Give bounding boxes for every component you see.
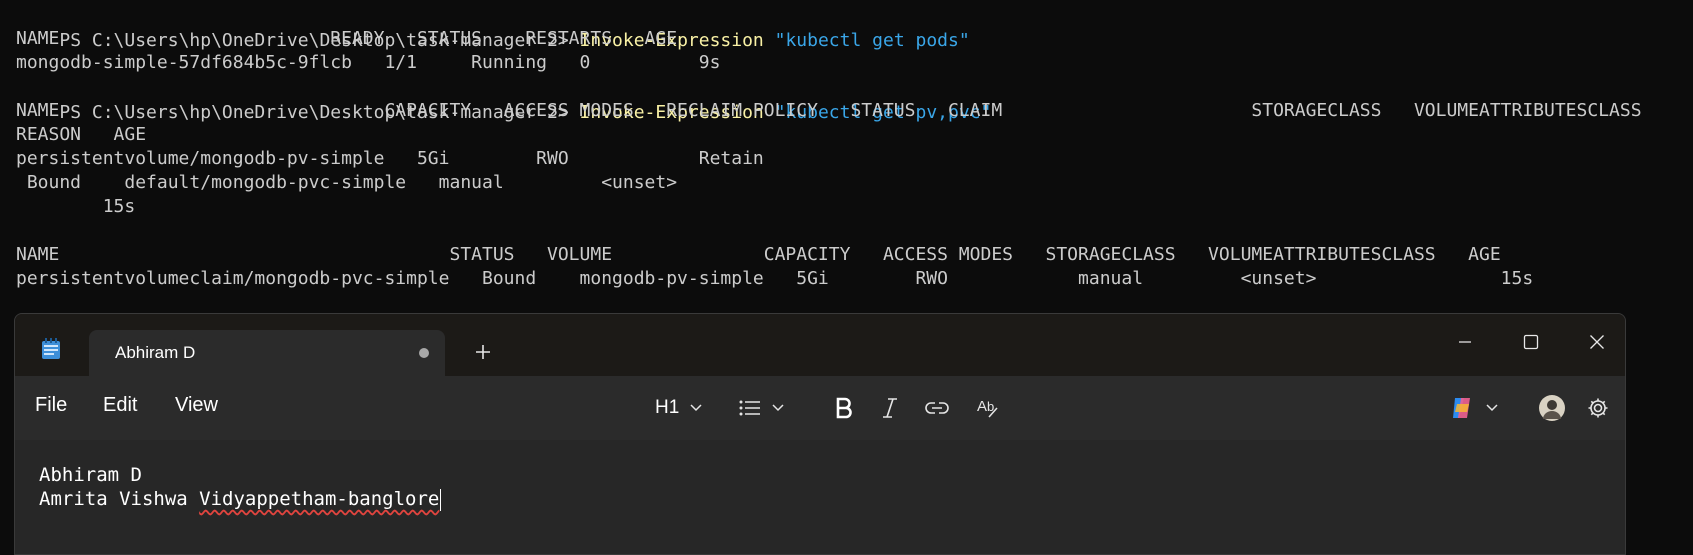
tab-title: Abhiram D — [115, 343, 196, 362]
avatar — [1539, 395, 1565, 421]
italic-button[interactable] — [881, 392, 899, 424]
close-icon — [1590, 335, 1604, 349]
menu-view[interactable]: View — [175, 394, 218, 417]
new-tab-button[interactable] — [467, 336, 499, 368]
menu-file[interactable]: File — [35, 394, 67, 417]
text-caret — [440, 488, 442, 511]
italic-icon — [883, 398, 897, 418]
unsaved-dot-icon[interactable] — [419, 348, 429, 358]
link-button[interactable] — [925, 392, 949, 424]
terminal-command-line-1: PS C:\Users\hp\OneDrive\Desktop\task-man… — [16, 2, 969, 51]
copilot-icon — [1453, 398, 1470, 418]
text-editor[interactable]: Abhiram D Amrita Vishwa Vidyappetham-ban… — [15, 440, 1625, 554]
misspelled-word[interactable]: Vidyappetham-banglore — [199, 488, 439, 510]
gear-icon — [1588, 398, 1608, 418]
heading-label: H1 — [655, 397, 680, 418]
minimize-icon — [1459, 341, 1471, 343]
menu-edit[interactable]: Edit — [103, 394, 137, 417]
tab-abhiram-d[interactable]: Abhiram D — [89, 330, 445, 376]
document-line-2: Amrita Vishwa Vidyappetham-banglore — [39, 488, 442, 511]
pvc-row: persistentvolumeclaim/mongodb-pvc-simple… — [16, 268, 1534, 289]
pods-row: mongodb-simple-57df684b5c-9flcb 1/1 Runn… — [16, 52, 721, 73]
bold-icon — [836, 397, 852, 419]
pvc-header: NAME STATUS VOLUME CAPACITY ACCESS MODES… — [16, 244, 1501, 265]
link-icon — [925, 402, 949, 414]
title-bar[interactable]: Abhiram D — [15, 314, 1625, 376]
chevron-down-icon — [690, 404, 702, 412]
clear-formatting-icon: Ab — [977, 398, 998, 418]
account-button[interactable] — [1538, 392, 1566, 424]
maximize-icon — [1523, 334, 1539, 350]
pv-row: persistentvolume/mongodb-pv-simple 5Gi R… — [16, 148, 764, 169]
settings-button[interactable] — [1587, 392, 1609, 424]
notepad-window: Abhiram D File Edit View H1 A b Abhiram … — [14, 313, 1626, 555]
chevron-down-icon — [772, 404, 784, 412]
bold-button[interactable] — [835, 392, 853, 424]
terminal-command-line-2: PS C:\Users\hp\OneDrive\Desktop\task-man… — [16, 74, 991, 123]
copilot-dropdown[interactable] — [1449, 392, 1499, 424]
maximize-button[interactable] — [1501, 320, 1561, 364]
heading-dropdown[interactable]: H1 — [655, 392, 703, 424]
pv-row-wrap: Bound default/mongodb-pvc-simple manual … — [16, 172, 678, 193]
list-dropdown[interactable] — [739, 392, 785, 424]
pods-header: NAME READY STATUS RESTARTS AGE — [16, 28, 678, 49]
document-text: Amrita Vishwa — [39, 488, 200, 510]
minimize-button[interactable] — [1435, 320, 1495, 364]
pv-header: NAME CAPACITY ACCESS MODES RECLAIM POLIC… — [16, 100, 1642, 121]
command-argument: "kubectl get pods" — [774, 30, 970, 51]
notepad-app-icon — [41, 338, 61, 360]
pv-row-wrap: 15s — [16, 196, 136, 217]
document-line-1: Abhiram D — [39, 464, 142, 486]
pv-header-wrap: REASON AGE — [16, 124, 147, 145]
bulleted-list-icon — [739, 400, 760, 416]
chevron-down-icon — [1486, 404, 1498, 412]
menu-bar: File Edit View H1 Ab — [15, 376, 1625, 440]
clear-formatting-button[interactable]: Ab — [977, 392, 1001, 424]
svg-text:A: A — [977, 398, 987, 415]
close-button[interactable] — [1567, 320, 1625, 364]
